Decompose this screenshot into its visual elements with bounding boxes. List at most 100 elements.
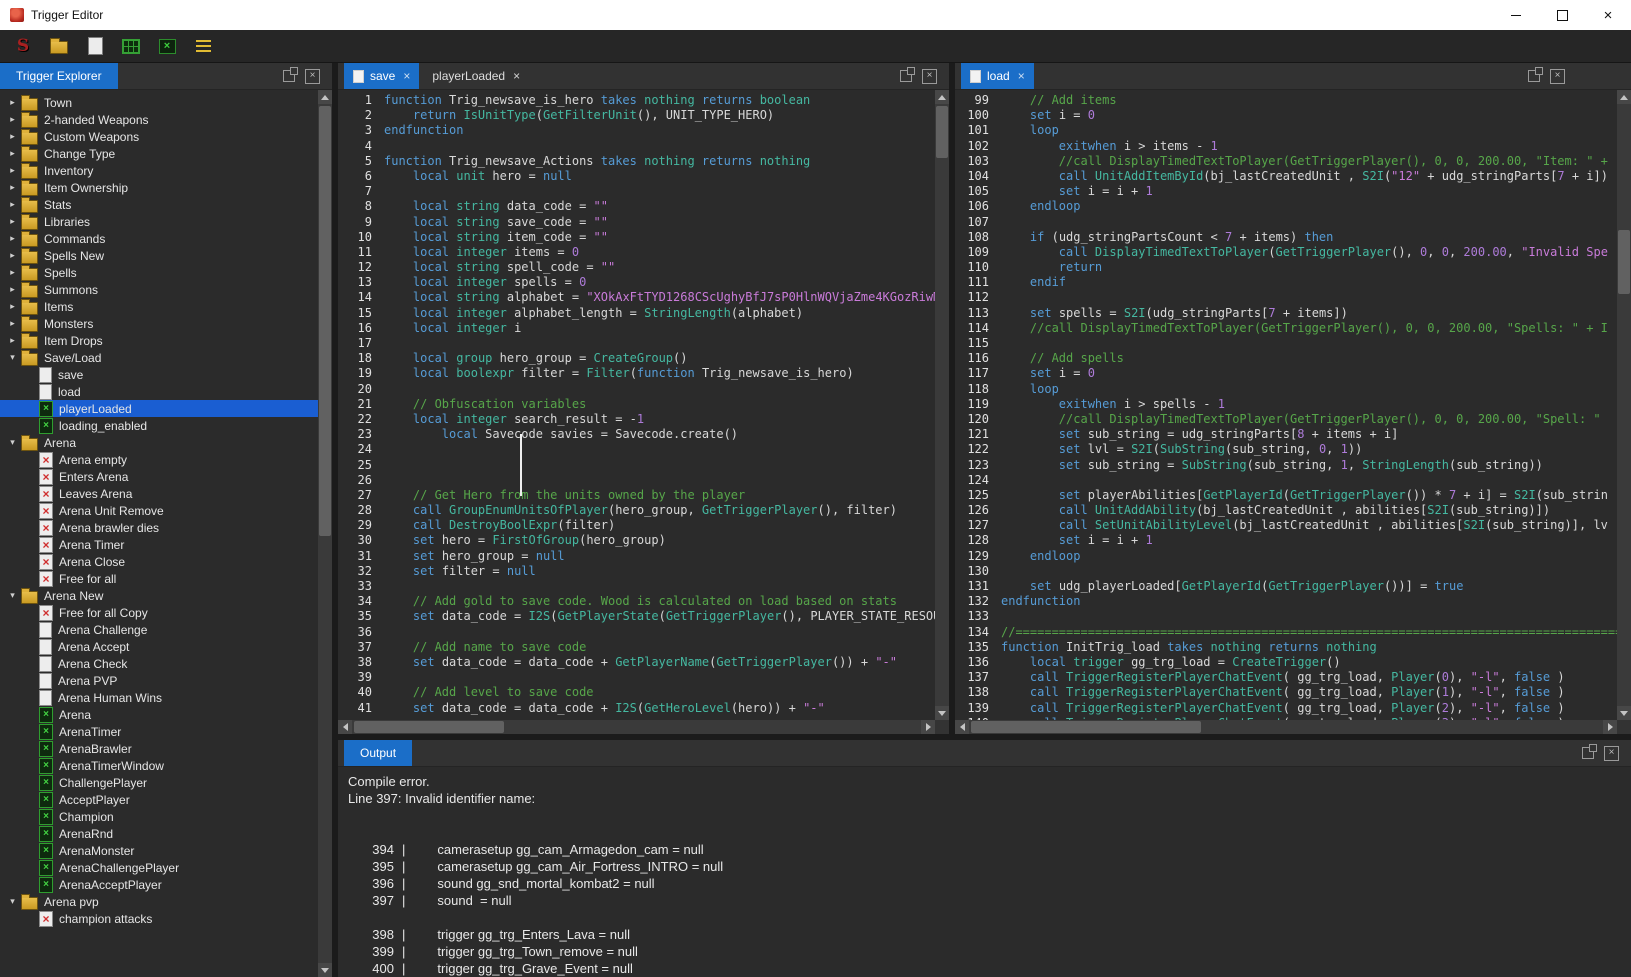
scroll-up-button[interactable]: [1617, 90, 1631, 104]
tab-close-icon[interactable]: ×: [511, 69, 520, 83]
float-panel-icon[interactable]: [283, 70, 295, 82]
tree-item-monsters[interactable]: ▸Monsters: [0, 315, 318, 332]
close-button[interactable]: ×: [1585, 0, 1631, 30]
minimize-button[interactable]: [1493, 0, 1539, 30]
expanded-arrow-icon[interactable]: ▾: [4, 438, 21, 447]
expanded-arrow-icon[interactable]: ▾: [4, 353, 21, 362]
collapsed-arrow-icon[interactable]: ▸: [4, 251, 21, 260]
close-panel-icon[interactable]: ×: [922, 69, 937, 84]
tree-item-spells-new[interactable]: ▸Spells New: [0, 247, 318, 264]
tree-item-arena[interactable]: Arena: [0, 706, 318, 723]
collapsed-arrow-icon[interactable]: ▸: [4, 319, 21, 328]
tree-item-item-ownership[interactable]: ▸Item Ownership: [0, 179, 318, 196]
tree-item-change-type[interactable]: ▸Change Type: [0, 145, 318, 162]
collapsed-arrow-icon[interactable]: ▸: [4, 217, 21, 226]
tree-item-free-for-all-copy[interactable]: Free for all Copy: [0, 604, 318, 621]
toolbar-jass-script-editor-button[interactable]: S: [12, 35, 34, 57]
collapsed-arrow-icon[interactable]: ▸: [4, 115, 21, 124]
toolbar-variable-list-button[interactable]: [192, 35, 214, 57]
vertical-scrollbar[interactable]: [1617, 90, 1631, 720]
toolbar-open-trigger-button[interactable]: [48, 35, 70, 57]
toolbar-custom-script-button[interactable]: [156, 35, 178, 57]
tree-item-loading-enabled[interactable]: loading_enabled: [0, 417, 318, 434]
scroll-down-button[interactable]: [318, 963, 332, 977]
tree-item-leaves-arena[interactable]: Leaves Arena: [0, 485, 318, 502]
scroll-right-button[interactable]: [921, 720, 935, 734]
tab-load[interactable]: load×: [961, 63, 1034, 89]
scroll-left-button[interactable]: [338, 720, 352, 734]
tree-item-2-handed-weapons[interactable]: ▸2-handed Weapons: [0, 111, 318, 128]
tree-item-arena-pvp[interactable]: Arena PVP: [0, 672, 318, 689]
vertical-scrollbar[interactable]: [935, 90, 949, 720]
expanded-arrow-icon[interactable]: ▾: [4, 897, 21, 906]
tree-item-save[interactable]: save: [0, 366, 318, 383]
tree-item-arenaacceptplayer[interactable]: ArenaAcceptPlayer: [0, 876, 318, 893]
tree-item-free-for-all[interactable]: Free for all: [0, 570, 318, 587]
tree-item-arena-brawler-dies[interactable]: Arena brawler dies: [0, 519, 318, 536]
float-panel-icon[interactable]: [1528, 70, 1540, 82]
tree-item-arena-accept[interactable]: Arena Accept: [0, 638, 318, 655]
tab-close-icon[interactable]: ×: [401, 69, 410, 83]
collapsed-arrow-icon[interactable]: ▸: [4, 336, 21, 345]
toolbar-gui-trigger-grid-button[interactable]: [120, 35, 142, 57]
tree-item-town[interactable]: ▸Town: [0, 94, 318, 111]
tree-item-arena-timer[interactable]: Arena Timer: [0, 536, 318, 553]
tree-item-libraries[interactable]: ▸Libraries: [0, 213, 318, 230]
float-panel-icon[interactable]: [900, 70, 912, 82]
float-panel-icon[interactable]: [1582, 747, 1594, 759]
code-editor-save[interactable]: function Trig_newsave_is_hero takes noth…: [380, 90, 935, 720]
expanded-arrow-icon[interactable]: ▾: [4, 591, 21, 600]
tree-item-enters-arena[interactable]: Enters Arena: [0, 468, 318, 485]
tree-item-arena-new[interactable]: ▾Arena New: [0, 587, 318, 604]
tree-item-champion[interactable]: Champion: [0, 808, 318, 825]
collapsed-arrow-icon[interactable]: ▸: [4, 285, 21, 294]
tree-item-acceptplayer[interactable]: AcceptPlayer: [0, 791, 318, 808]
close-panel-icon[interactable]: ×: [1550, 69, 1565, 84]
scroll-down-button[interactable]: [935, 706, 949, 720]
tree-item-arenabrawler[interactable]: ArenaBrawler: [0, 740, 318, 757]
tree-item-summons[interactable]: ▸Summons: [0, 281, 318, 298]
explorer-scrollbar[interactable]: [318, 90, 332, 977]
collapsed-arrow-icon[interactable]: ▸: [4, 302, 21, 311]
code-editor-load[interactable]: // Add items set i = 0 loop exitwhen i >…: [997, 90, 1617, 720]
tree-item-arenachallengeplayer[interactable]: ArenaChallengePlayer: [0, 859, 318, 876]
scroll-up-button[interactable]: [318, 90, 332, 104]
scrollbar-thumb[interactable]: [971, 721, 1201, 733]
scroll-down-button[interactable]: [1617, 706, 1631, 720]
tree-item-save-load[interactable]: ▾Save/Load: [0, 349, 318, 366]
horizontal-scrollbar[interactable]: [338, 720, 935, 734]
collapsed-arrow-icon[interactable]: ▸: [4, 200, 21, 209]
tree-item-arenatimerwindow[interactable]: ArenaTimerWindow: [0, 757, 318, 774]
tree-item-arenarnd[interactable]: ArenaRnd: [0, 825, 318, 842]
tree-item-item-drops[interactable]: ▸Item Drops: [0, 332, 318, 349]
tree-item-inventory[interactable]: ▸Inventory: [0, 162, 318, 179]
tree-item-arena-empty[interactable]: Arena empty: [0, 451, 318, 468]
tree-item-arena-pvp[interactable]: ▾Arena pvp: [0, 893, 318, 910]
tree-item-arenatimer[interactable]: ArenaTimer: [0, 723, 318, 740]
horizontal-scrollbar[interactable]: [955, 720, 1617, 734]
collapsed-arrow-icon[interactable]: ▸: [4, 166, 21, 175]
collapsed-arrow-icon[interactable]: ▸: [4, 98, 21, 107]
tree-item-playerloaded[interactable]: playerLoaded: [0, 400, 318, 417]
collapsed-arrow-icon[interactable]: ▸: [4, 234, 21, 243]
tree-item-arena-challenge[interactable]: Arena Challenge: [0, 621, 318, 638]
tree-item-challengeplayer[interactable]: ChallengePlayer: [0, 774, 318, 791]
maximize-button[interactable]: [1539, 0, 1585, 30]
tree-item-arena-close[interactable]: Arena Close: [0, 553, 318, 570]
toolbar-new-trigger-button[interactable]: [84, 35, 106, 57]
tree-item-custom-weapons[interactable]: ▸Custom Weapons: [0, 128, 318, 145]
tree-item-commands[interactable]: ▸Commands: [0, 230, 318, 247]
tree-item-arena[interactable]: ▾Arena: [0, 434, 318, 451]
tree-item-champion-attacks[interactable]: champion attacks: [0, 910, 318, 927]
collapsed-arrow-icon[interactable]: ▸: [4, 132, 21, 141]
tree-item-load[interactable]: load: [0, 383, 318, 400]
scrollbar-thumb[interactable]: [1618, 230, 1630, 294]
scrollbar-thumb[interactable]: [936, 106, 948, 158]
tree-item-arena-human-wins[interactable]: Arena Human Wins: [0, 689, 318, 706]
scroll-right-button[interactable]: [1603, 720, 1617, 734]
close-panel-icon[interactable]: ×: [305, 69, 320, 84]
collapsed-arrow-icon[interactable]: ▸: [4, 149, 21, 158]
scrollbar-thumb[interactable]: [354, 721, 504, 733]
scroll-left-button[interactable]: [955, 720, 969, 734]
tab-output[interactable]: Output: [344, 740, 412, 766]
